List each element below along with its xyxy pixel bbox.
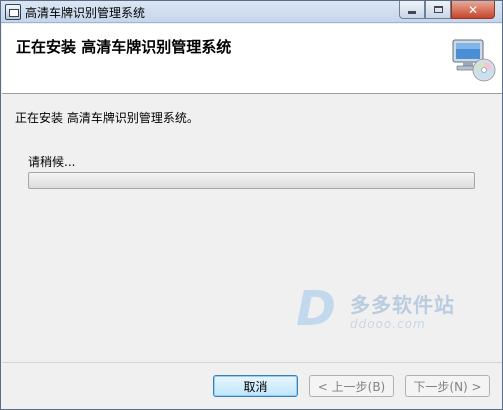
close-button[interactable]: ✕ <box>451 1 495 19</box>
title-bar[interactable]: 高清车牌识别管理系统 ✕ <box>1 1 502 23</box>
install-progress-bar <box>28 172 475 189</box>
close-icon: ✕ <box>467 2 479 17</box>
watermark-logo: D 多多软件站 ddooo.com <box>288 283 468 343</box>
wait-label: 请稍候... <box>28 155 76 169</box>
maximize-icon <box>433 6 443 13</box>
minimize-button[interactable] <box>399 1 425 19</box>
minimize-icon <box>408 11 416 14</box>
window-title: 高清车牌识别管理系统 <box>25 6 146 20</box>
header-band: 正在安装 高清车牌识别管理系统 <box>2 24 502 94</box>
footer-divider <box>2 362 502 363</box>
cancel-button[interactable]: 取消 <box>213 375 298 397</box>
page-title: 正在安装 高清车牌识别管理系统 <box>16 38 232 56</box>
watermark-url: ddooo.com <box>350 317 426 331</box>
maximize-button[interactable] <box>425 1 451 19</box>
install-status-text: 正在安装 高清车牌识别管理系统。 <box>15 111 199 125</box>
installer-window: 高清车牌识别管理系统 ✕ 正在安装 高清车牌识别管理系统 正在安装 高清车牌识别… <box>0 0 503 410</box>
back-button[interactable]: < 上一步(B) <box>309 375 394 397</box>
watermark-letter: D <box>296 281 336 337</box>
installer-app-icon <box>5 4 21 20</box>
computer-cd-icon <box>452 39 496 82</box>
next-button[interactable]: 下一步(N) > <box>405 375 490 397</box>
watermark-brand: 多多软件站 <box>350 293 455 317</box>
